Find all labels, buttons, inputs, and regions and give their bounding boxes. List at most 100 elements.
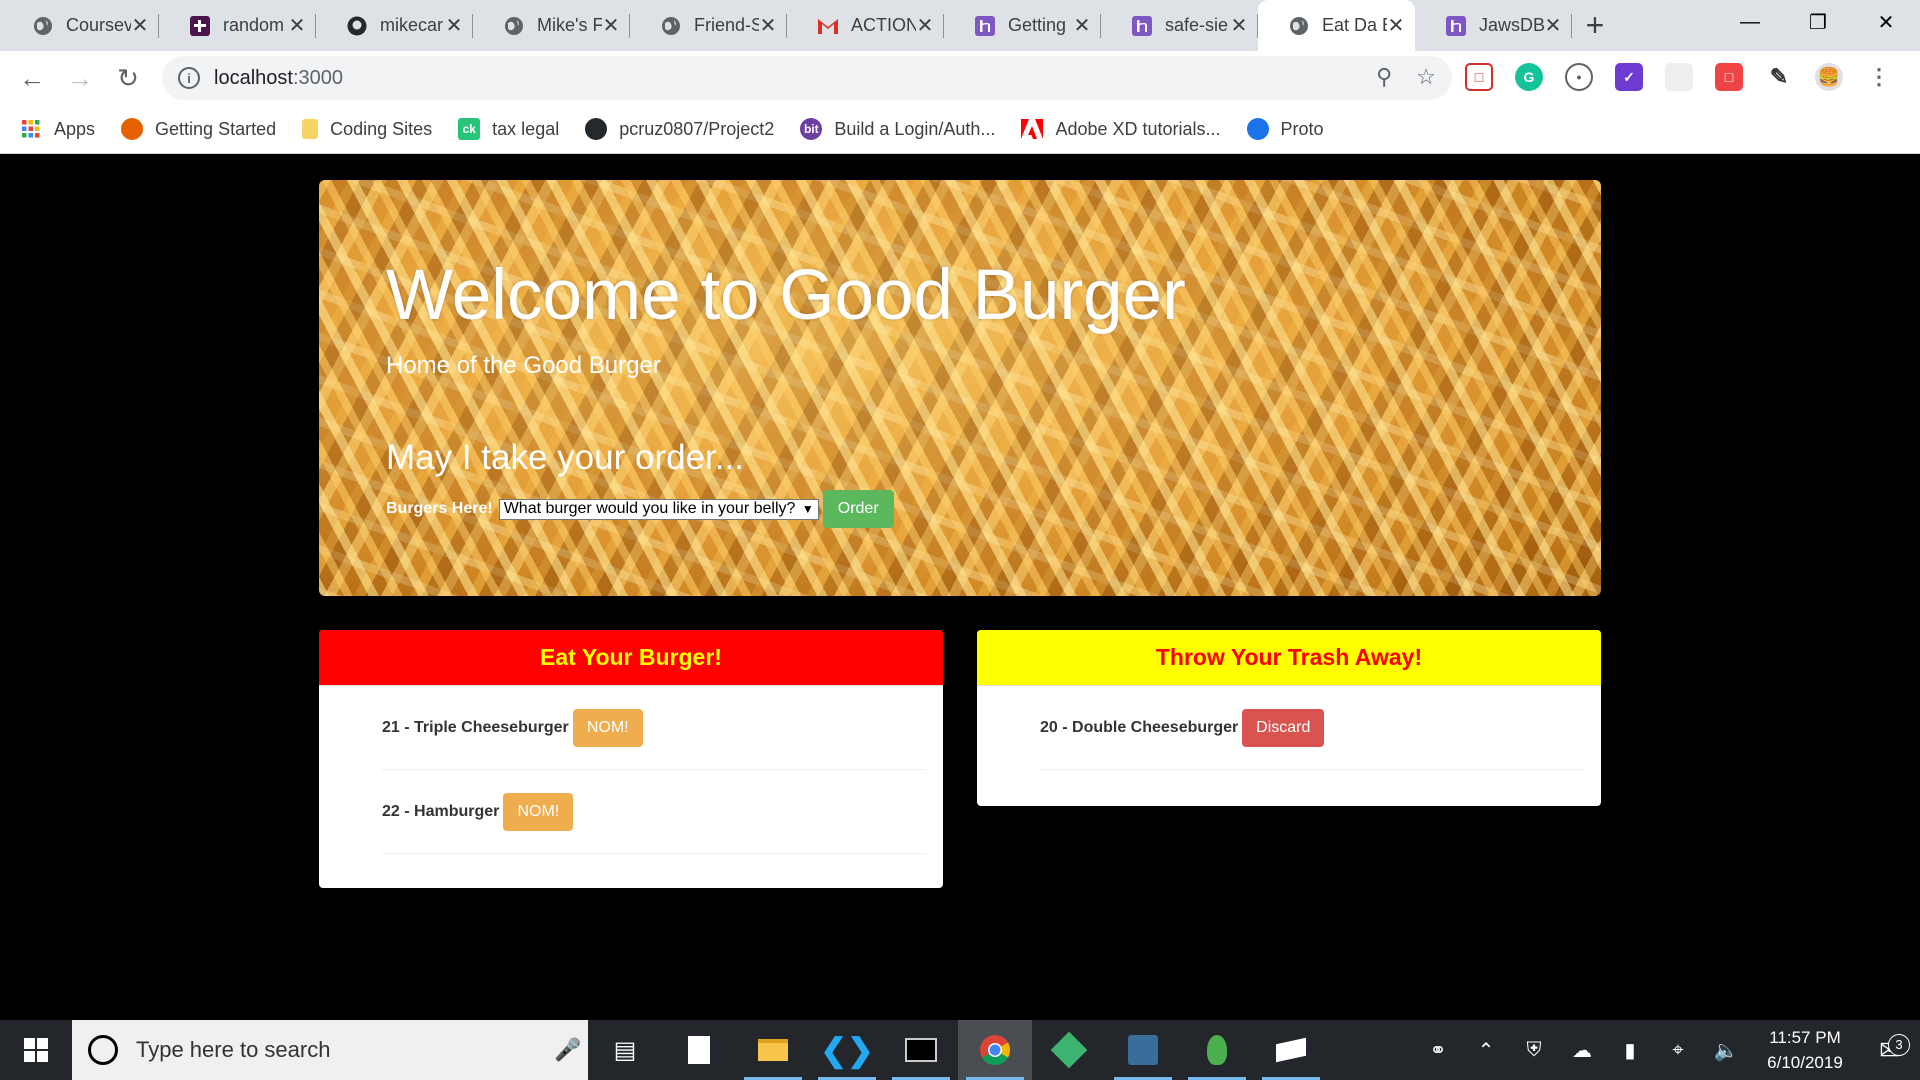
burger-row: 21 - Triple Cheeseburger NOM! xyxy=(382,686,926,770)
browser-tab[interactable]: mikecar ✕ xyxy=(316,0,473,51)
bookmark-item[interactable]: ck tax legal xyxy=(458,118,559,140)
discard-button[interactable]: Discard xyxy=(1242,708,1325,747)
gmail-icon xyxy=(817,15,839,37)
browser-tab[interactable]: Mike's F ✕ xyxy=(473,0,630,51)
taskbar-search[interactable]: Type here to search 🎤 xyxy=(72,1020,588,1080)
robo3t-icon[interactable] xyxy=(1180,1020,1254,1080)
browser-tab[interactable]: Friend-S ✕ xyxy=(630,0,787,51)
tab-close-icon[interactable]: ✕ xyxy=(1387,13,1405,38)
taskbar-search-placeholder: Type here to search xyxy=(136,1037,331,1062)
file-explorer-icon[interactable] xyxy=(736,1020,810,1080)
tab-close-icon[interactable]: ✕ xyxy=(1073,13,1091,38)
bookmark-label: Build a Login/Auth... xyxy=(834,118,996,139)
zoom-icon[interactable]: ⚲ xyxy=(1376,64,1392,90)
file-icon[interactable] xyxy=(662,1020,736,1080)
shield-extension-icon[interactable]: □ xyxy=(1715,63,1743,91)
adobe-icon xyxy=(1021,118,1044,140)
nom-button[interactable]: NOM! xyxy=(572,708,643,747)
sequel-app-icon[interactable] xyxy=(1254,1020,1328,1080)
code-extension-icon[interactable]: • xyxy=(1565,63,1593,91)
tab-close-icon[interactable]: ✕ xyxy=(288,13,306,38)
restore-button[interactable]: ❐ xyxy=(1784,0,1852,44)
git-kraken-icon[interactable] xyxy=(1032,1020,1106,1080)
tab-close-icon[interactable]: ✕ xyxy=(445,13,463,38)
mysql-workbench-icon[interactable] xyxy=(1106,1020,1180,1080)
grid-extension-icon[interactable] xyxy=(1665,63,1693,91)
page-subtitle: Home of the Good Burger xyxy=(386,352,661,379)
task-view-icon[interactable]: ▤ xyxy=(588,1020,662,1080)
microphone-icon[interactable]: 🎤 xyxy=(548,1037,588,1063)
burger-name: 22 - Hamburger xyxy=(382,802,500,820)
people-icon[interactable]: ⚭ xyxy=(1414,1038,1462,1063)
pocket-extension-icon[interactable]: □ xyxy=(1465,63,1493,91)
trash-panel-heading: Throw Your Trash Away! xyxy=(977,630,1601,686)
battery-icon[interactable]: ▮ xyxy=(1606,1038,1654,1063)
heroku-icon xyxy=(974,15,996,37)
bookmark-item[interactable]: pcruz0807/Project2 xyxy=(585,118,774,140)
menu-kebab-icon[interactable]: ⋮ xyxy=(1865,63,1893,91)
terminal-icon[interactable] xyxy=(884,1020,958,1080)
windows-taskbar: Type here to search 🎤 ▤ ❮❯ ⚭ ⌃ ⛨ ☁ ▮ ⌖ 🔈… xyxy=(0,1020,1920,1080)
chrome-icon[interactable] xyxy=(958,1020,1032,1080)
burger-select-label: Burgers Here! xyxy=(386,500,493,517)
back-button[interactable]: ← xyxy=(8,54,56,102)
reload-button[interactable]: ↻ xyxy=(104,54,152,102)
tab-strip: Coursev ✕ random ✕ mikecar ✕ Mike's F ✕ Friend-S… xyxy=(0,0,1920,51)
tab-title: safe-sie xyxy=(1165,15,1229,35)
tab-close-icon[interactable]: ✕ xyxy=(131,13,149,38)
browser-tab[interactable]: Coursev ✕ xyxy=(2,0,159,51)
clock-date: 6/10/2019 xyxy=(1767,1053,1843,1072)
nom-button[interactable]: NOM! xyxy=(503,792,574,831)
tab-close-icon[interactable]: ✕ xyxy=(759,13,777,38)
profile-avatar[interactable]: 🍔 xyxy=(1815,63,1843,91)
grammarly-extension-icon[interactable]: G xyxy=(1515,63,1543,91)
browser-tab[interactable]: JawsDB ✕ xyxy=(1415,0,1572,51)
browser-tab[interactable]: safe-sie ✕ xyxy=(1101,0,1258,51)
volume-icon[interactable]: 🔈 xyxy=(1702,1038,1750,1063)
bookmark-item[interactable]: Coding Sites xyxy=(302,119,432,140)
clock[interactable]: 11:57 PM 6/10/2019 xyxy=(1750,1025,1860,1075)
close-window-button[interactable]: ✕ xyxy=(1852,0,1920,44)
github-icon xyxy=(346,15,368,37)
bookmark-star-icon[interactable]: ☆ xyxy=(1416,64,1436,90)
site-info-icon[interactable]: i xyxy=(178,67,200,89)
todo-extension-icon[interactable]: ✓ xyxy=(1615,63,1643,91)
chevron-up-icon[interactable]: ⌃ xyxy=(1462,1038,1510,1063)
action-center-button[interactable]: ✉ 3 xyxy=(1860,1033,1920,1066)
browser-tab[interactable]: ACTION ✕ xyxy=(787,0,944,51)
bookmark-item[interactable]: bit Build a Login/Auth... xyxy=(800,118,995,140)
extensions-area: □ G • ✓ □ ✎ 🍔 ⋮ xyxy=(1465,63,1893,91)
bookmark-label: pcruz0807/Project2 xyxy=(619,118,775,139)
cortana-icon xyxy=(88,1035,118,1065)
security-shield-icon[interactable]: ⛨ xyxy=(1510,1039,1558,1062)
eat-burger-list: 21 - Triple Cheeseburger NOM! 22 - Hamburg… xyxy=(319,686,943,854)
vscode-icon[interactable]: ❮❯ xyxy=(810,1020,884,1080)
browser-tab[interactable]: Eat Da B ✕ xyxy=(1258,0,1415,51)
chrome-logo-icon xyxy=(980,1035,1011,1066)
burger-select[interactable]: What burger would you like in your belly… xyxy=(498,498,819,520)
minimize-button[interactable]: — xyxy=(1716,0,1784,44)
tab-close-icon[interactable]: ✕ xyxy=(1544,13,1562,38)
forward-button[interactable]: → xyxy=(56,54,104,102)
folder-icon xyxy=(302,119,319,139)
bookmark-item[interactable]: Getting Started xyxy=(121,118,276,140)
tab-close-icon[interactable]: ✕ xyxy=(916,13,934,38)
bookmark-item[interactable]: Adobe XD tutorials... xyxy=(1021,118,1221,140)
address-bar[interactable]: i localhost:3000 ⚲ ☆ xyxy=(162,56,1452,100)
eyedropper-extension-icon[interactable]: ✎ xyxy=(1765,63,1793,91)
new-tab-button[interactable]: + xyxy=(1572,0,1618,51)
trash-panel: Throw Your Trash Away! 20 - Double Chees… xyxy=(977,630,1601,806)
onedrive-cloud-icon[interactable]: ☁ xyxy=(1558,1038,1606,1063)
start-button[interactable] xyxy=(0,1020,72,1080)
tab-close-icon[interactable]: ✕ xyxy=(602,13,620,38)
tab-title: Mike's F xyxy=(537,15,602,35)
wifi-icon[interactable]: ⌖ xyxy=(1654,1039,1702,1062)
bookmark-item[interactable]: Proto xyxy=(1246,118,1324,140)
browser-tab[interactable]: random ✕ xyxy=(159,0,316,51)
browser-tab[interactable]: Getting ✕ xyxy=(944,0,1101,51)
tab-close-icon[interactable]: ✕ xyxy=(1230,13,1248,38)
trash-burger-list: 20 - Double Cheeseburger Discard xyxy=(977,686,1601,770)
order-button[interactable]: Order xyxy=(822,490,894,528)
bookmark-item[interactable]: Apps xyxy=(20,118,95,140)
globe-icon xyxy=(660,15,682,37)
